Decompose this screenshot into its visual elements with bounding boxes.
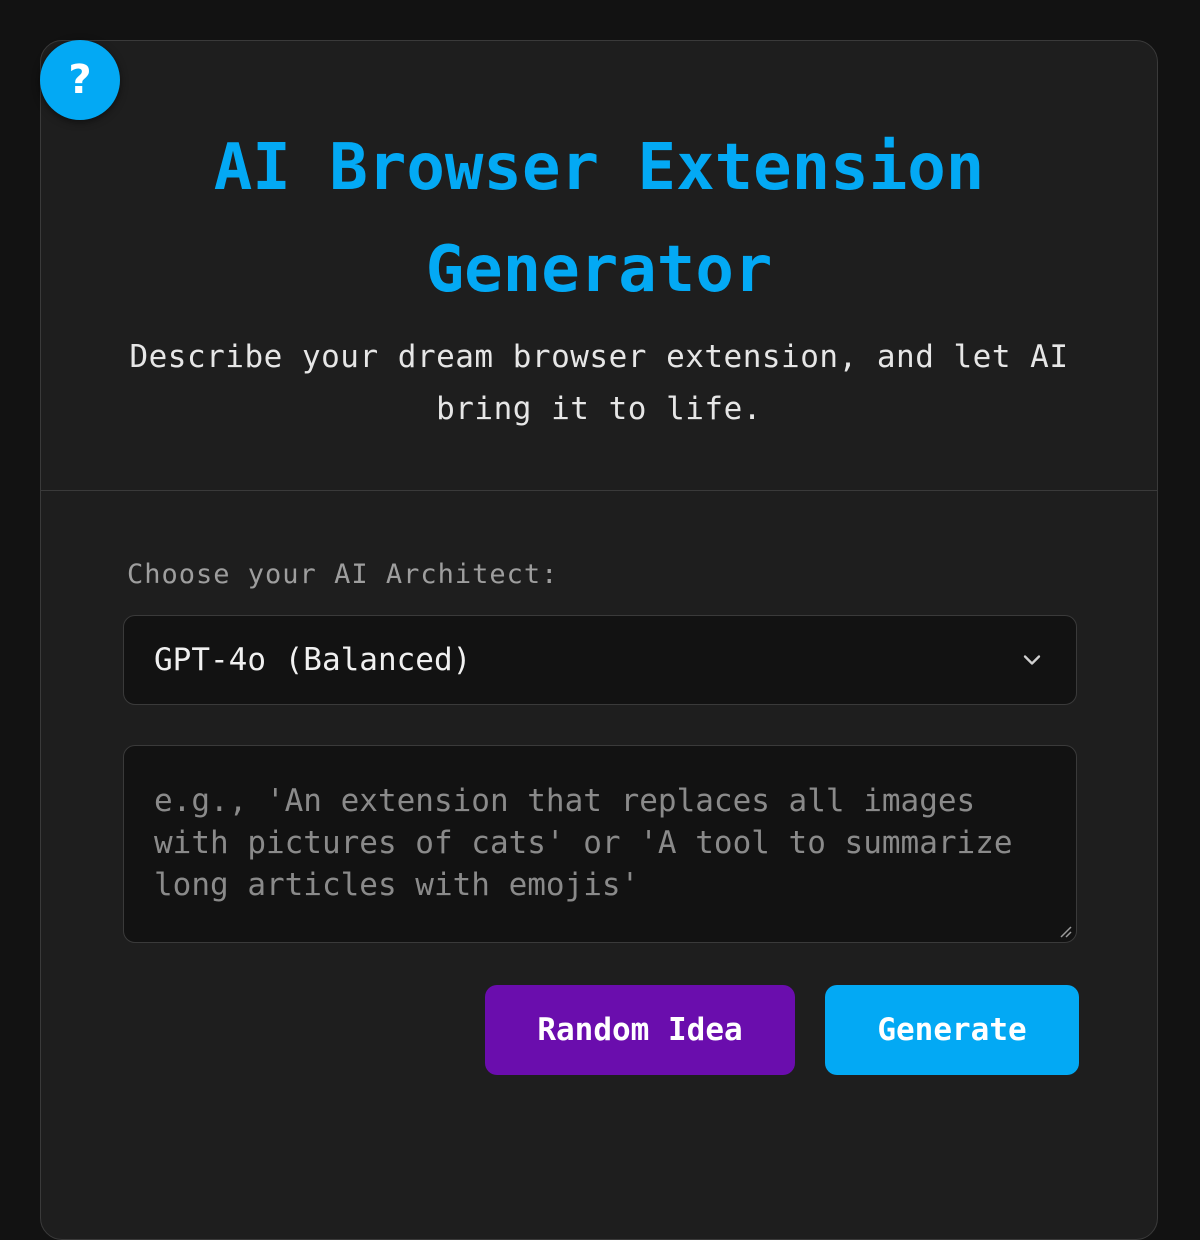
generator-card: AI Browser Extension Generator Describe …	[40, 40, 1158, 1240]
model-select[interactable]: GPT-4o (Balanced)	[123, 615, 1077, 705]
generate-button[interactable]: Generate	[825, 985, 1079, 1075]
random-idea-button[interactable]: Random Idea	[485, 985, 795, 1075]
chevron-down-icon	[1023, 655, 1041, 665]
prompt-placeholder: e.g., 'An extension that replaces all im…	[154, 783, 1013, 903]
page-subtitle: Describe your dream browser extension, a…	[129, 339, 1069, 427]
help-button[interactable]: ?	[40, 40, 120, 120]
question-mark-icon: ?	[68, 57, 92, 103]
card-header: AI Browser Extension Generator Describe …	[41, 41, 1157, 491]
resize-handle-icon[interactable]	[1058, 924, 1072, 938]
model-select-label: Choose your AI Architect:	[127, 559, 559, 590]
prompt-textarea[interactable]: e.g., 'An extension that replaces all im…	[123, 745, 1077, 943]
model-select-value: GPT-4o (Balanced)	[154, 642, 472, 678]
page-title: AI Browser Extension Generator	[213, 131, 985, 307]
